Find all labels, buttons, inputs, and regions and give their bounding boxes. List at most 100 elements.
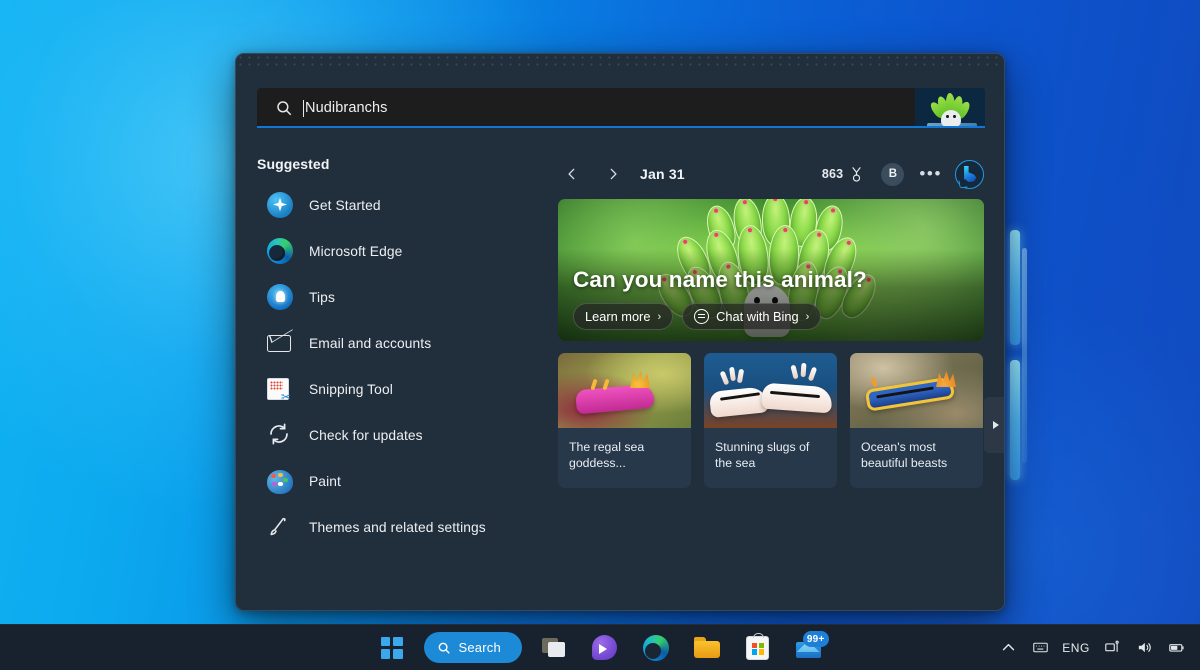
- carousel-next-arrow-icon[interactable]: [984, 397, 1004, 453]
- article-thumbnail: [704, 353, 837, 428]
- battery-icon: [1168, 644, 1184, 652]
- chat-button[interactable]: [586, 629, 624, 667]
- article-thumbnail: [850, 353, 983, 428]
- edge-icon: [642, 634, 669, 661]
- taskbar-search-label: Search: [458, 640, 501, 655]
- mail-button[interactable]: 99+: [790, 629, 829, 667]
- search-input-box[interactable]: Nudibranchs: [257, 88, 985, 128]
- start-button[interactable]: [373, 629, 411, 667]
- sidebar-item-email-and-accounts[interactable]: Email and accounts: [257, 324, 558, 362]
- sidebar-item-check-for-updates[interactable]: Check for updates: [257, 416, 558, 454]
- desktop: Nudibranchs Suggested Get Started Micros…: [0, 0, 1200, 670]
- feed-prev-button[interactable]: [558, 160, 586, 188]
- sidebar-item-paint[interactable]: Paint: [257, 462, 558, 500]
- sidebar-item-label: Themes and related settings: [309, 519, 486, 535]
- chat-video-icon: [592, 635, 617, 660]
- nudibranch-gill: [736, 368, 745, 384]
- nudibranch-body: [708, 386, 770, 418]
- more-options-button[interactable]: •••: [919, 165, 942, 182]
- thumbnail-slug-body: [941, 110, 961, 127]
- mail-icon: 99+: [795, 631, 829, 658]
- search-query-text[interactable]: Nudibranchs: [305, 100, 388, 116]
- feed-next-button[interactable]: [599, 160, 627, 188]
- article-card[interactable]: Ocean's most beautiful beasts: [850, 353, 983, 488]
- learn-more-label: Learn more: [585, 309, 651, 324]
- account-avatar[interactable]: B: [881, 162, 905, 186]
- bing-chat-icon[interactable]: [955, 159, 984, 189]
- windows-logo-icon: [380, 636, 403, 659]
- volume-button[interactable]: [1134, 638, 1154, 658]
- nudibranch-gill: [790, 364, 799, 380]
- search-icon: [277, 101, 292, 116]
- nudibranch-gill-plume: [630, 371, 650, 388]
- search-preview-thumbnail: [915, 88, 985, 128]
- chat-with-bing-button[interactable]: Chat with Bing ›: [682, 303, 822, 330]
- battery-button[interactable]: [1166, 638, 1186, 658]
- paint-palette-icon: [267, 468, 294, 495]
- text-caret: [303, 99, 304, 117]
- search-focus-underline: [257, 126, 985, 128]
- chevron-right-icon: [610, 168, 617, 180]
- sidebar-item-label: Get Started: [309, 197, 381, 213]
- task-view-icon: [541, 637, 566, 658]
- sidebar-item-themes-and-related-settings[interactable]: Themes and related settings: [257, 508, 558, 546]
- rewards-counter[interactable]: 863: [822, 166, 865, 183]
- sidebar-item-label: Paint: [309, 473, 341, 489]
- sidebar-item-label: Check for updates: [309, 427, 423, 443]
- nudibranch-gill: [729, 366, 736, 382]
- tray-overflow-button[interactable]: [998, 638, 1018, 658]
- hero-card[interactable]: Can you name this animal? Learn more › C…: [558, 199, 984, 341]
- nudibranch-body: [761, 382, 833, 414]
- article-cards-row: The regal sea goddess... Stunning slugs …: [558, 353, 1004, 488]
- hero-actions: Learn more › Chat with Bing ›: [573, 303, 822, 330]
- store-bag-icon: [746, 632, 769, 660]
- refresh-icon: [267, 422, 294, 449]
- get-started-icon: [267, 191, 294, 219]
- rewards-count-label: 863: [821, 167, 844, 181]
- sidebar-item-snipping-tool[interactable]: ✂ Snipping Tool: [257, 370, 558, 408]
- wallpaper-ribbon-2: [1010, 360, 1020, 480]
- wallpaper-ribbon-1: [1010, 230, 1020, 345]
- language-indicator[interactable]: ENG: [1062, 641, 1090, 655]
- microsoft-store-button[interactable]: [739, 629, 777, 667]
- rewards-medal-icon: [852, 166, 861, 182]
- sidebar-item-label: Email and accounts: [309, 335, 432, 351]
- chevron-right-icon: ›: [805, 310, 810, 323]
- learn-more-button[interactable]: Learn more ›: [573, 303, 674, 330]
- task-view-button[interactable]: [535, 629, 573, 667]
- search-flyout-panel: Nudibranchs Suggested Get Started Micros…: [235, 53, 1005, 611]
- sidebar-item-tips[interactable]: Tips: [257, 278, 558, 316]
- suggested-heading: Suggested: [257, 156, 330, 172]
- taskbar-search-button[interactable]: Search: [423, 632, 522, 663]
- nudibranch-gill: [719, 370, 730, 386]
- search-box-container[interactable]: Nudibranchs: [257, 88, 985, 130]
- thumbnail-eye: [946, 115, 949, 118]
- article-caption: Ocean's most beautiful beasts: [861, 440, 948, 470]
- article-caption: The regal sea goddess...: [569, 440, 645, 470]
- taskbar: Search 99+ ENG: [0, 624, 1200, 670]
- sidebar-item-label: Snipping Tool: [309, 381, 393, 397]
- ime-keyboard-button[interactable]: [1030, 638, 1050, 658]
- chevron-right-icon: ›: [657, 310, 662, 323]
- chat-with-bing-label: Chat with Bing: [716, 309, 799, 324]
- edge-button[interactable]: [637, 629, 675, 667]
- nudibranch-gill: [800, 362, 807, 378]
- folder-icon: [693, 637, 720, 658]
- nudibranch-gill-plume: [936, 371, 956, 387]
- feed-header: Jan 31 863 B •••: [558, 154, 984, 194]
- feed-column: Jan 31 863 B ••• Can you name this anima…: [558, 142, 1004, 610]
- sidebar-item-microsoft-edge[interactable]: Microsoft Edge: [257, 232, 558, 270]
- article-card[interactable]: The regal sea goddess...: [558, 353, 691, 488]
- system-tray: ENG: [998, 638, 1186, 658]
- suggested-column: Suggested Get Started Microsoft Edge Tip…: [236, 142, 558, 610]
- feed-date-label: Jan 31: [640, 166, 685, 182]
- sidebar-item-get-started[interactable]: Get Started: [257, 186, 558, 224]
- panel-top-texture: [236, 54, 1004, 68]
- hero-title: Can you name this animal?: [573, 267, 867, 292]
- network-button[interactable]: [1102, 638, 1122, 658]
- mail-unread-badge: 99+: [802, 631, 829, 647]
- article-card[interactable]: Stunning slugs of the sea: [704, 353, 837, 488]
- article-caption: Stunning slugs of the sea: [715, 440, 810, 470]
- search-icon: [438, 642, 450, 654]
- file-explorer-button[interactable]: [688, 629, 726, 667]
